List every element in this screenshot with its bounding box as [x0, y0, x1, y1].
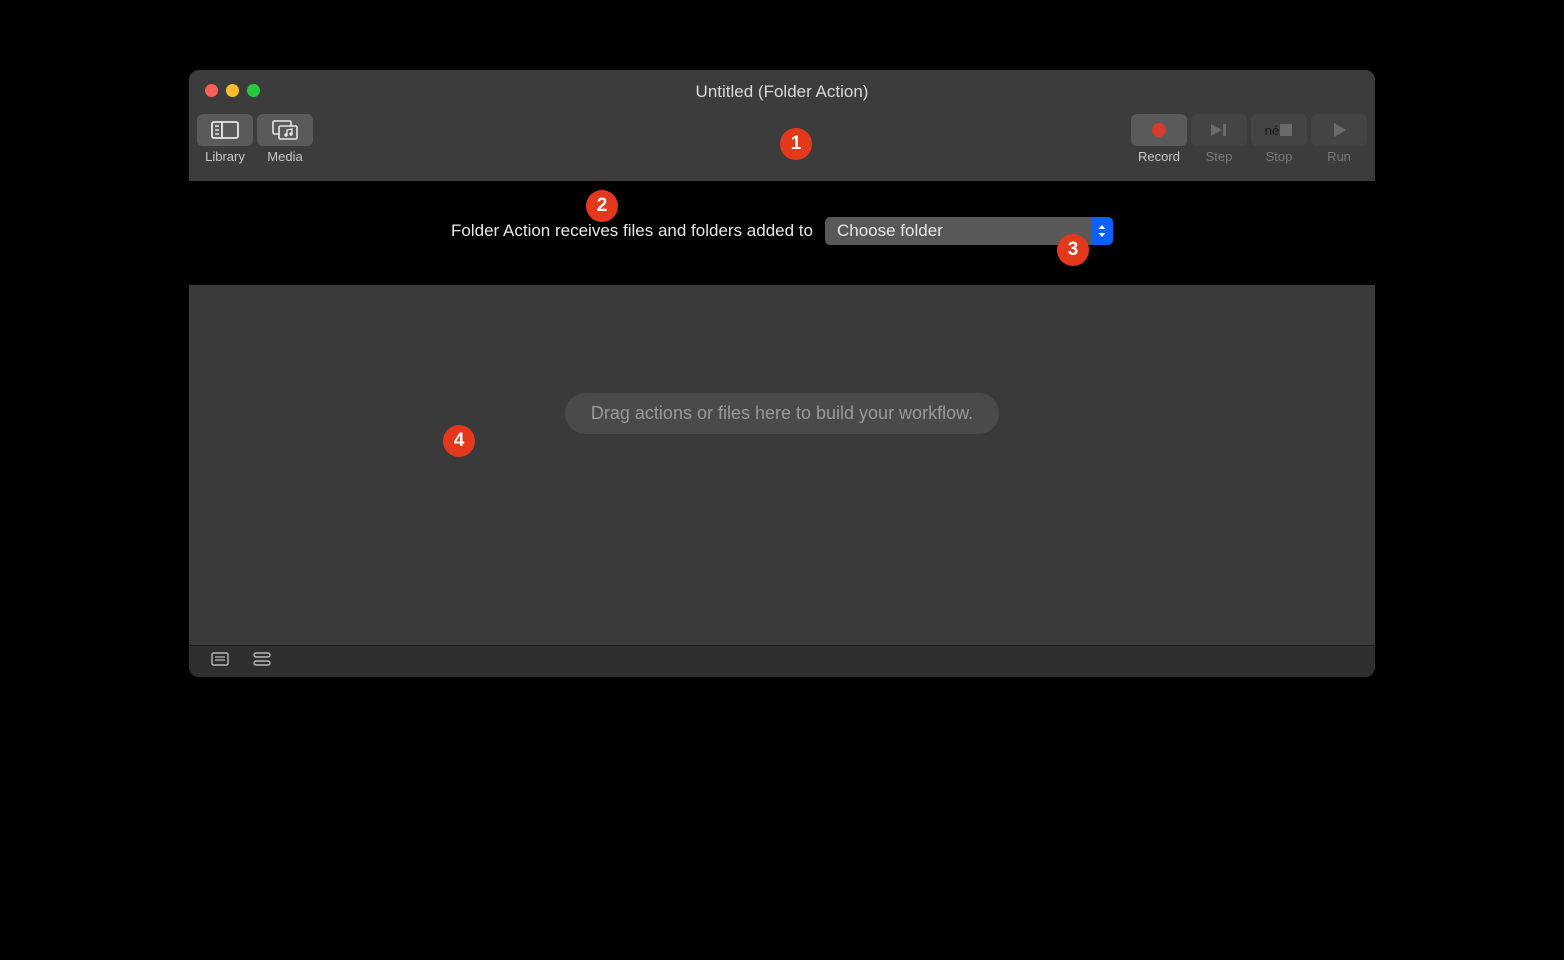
toolbar-right: Record Step né	[1131, 114, 1367, 164]
toolbar-item-record: Record	[1131, 114, 1187, 164]
run-label: Run	[1327, 149, 1351, 164]
select-arrows-icon	[1091, 217, 1113, 245]
record-icon	[1150, 121, 1168, 139]
window-wrapper: Untitled (Folder Action)	[189, 70, 1375, 677]
folder-select-label: Choose folder	[825, 221, 1091, 241]
workflow-input-prompt: Folder Action receives files and folders…	[451, 221, 813, 241]
run-button[interactable]	[1311, 114, 1367, 146]
media-button[interactable]	[257, 114, 313, 146]
callout-4: 4	[443, 425, 475, 457]
callout-1: 1	[780, 128, 812, 160]
log-view-icon[interactable]	[211, 652, 229, 671]
stop-button: né	[1251, 114, 1307, 146]
callout-2: 2	[586, 190, 618, 222]
toolbar-item-stop: né Stop	[1251, 114, 1307, 164]
workflow-canvas[interactable]: Drag actions or files here to build your…	[189, 285, 1375, 645]
workflow-view-icon[interactable]	[253, 652, 271, 671]
step-icon	[1208, 122, 1230, 138]
stop-label: Stop	[1266, 149, 1293, 164]
toolbar-left: Library Media	[197, 114, 313, 164]
app-window: Untitled (Folder Action)	[189, 70, 1375, 677]
toolbar-item-run: Run	[1311, 114, 1367, 164]
media-label: Media	[267, 149, 302, 164]
workflow-input-header: Folder Action receives files and folders…	[189, 181, 1375, 285]
toolbar-item-library: Library	[197, 114, 253, 164]
media-icon	[271, 120, 299, 140]
toolbar-item-step: Step	[1191, 114, 1247, 164]
library-icon	[211, 121, 239, 139]
window-title: Untitled (Folder Action)	[189, 82, 1375, 102]
step-button[interactable]	[1191, 114, 1247, 146]
toolbar-item-media: Media	[257, 114, 313, 164]
workflow-drop-placeholder: Drag actions or files here to build your…	[565, 393, 999, 434]
status-bar	[189, 645, 1375, 677]
step-label: Step	[1206, 149, 1233, 164]
titlebar: Untitled (Folder Action)	[189, 70, 1375, 181]
callout-3: 3	[1057, 234, 1089, 266]
stop-icon	[1279, 123, 1293, 137]
run-icon	[1331, 122, 1347, 138]
library-label: Library	[205, 149, 245, 164]
library-button[interactable]	[197, 114, 253, 146]
record-label: Record	[1138, 149, 1180, 164]
record-button[interactable]	[1131, 114, 1187, 146]
